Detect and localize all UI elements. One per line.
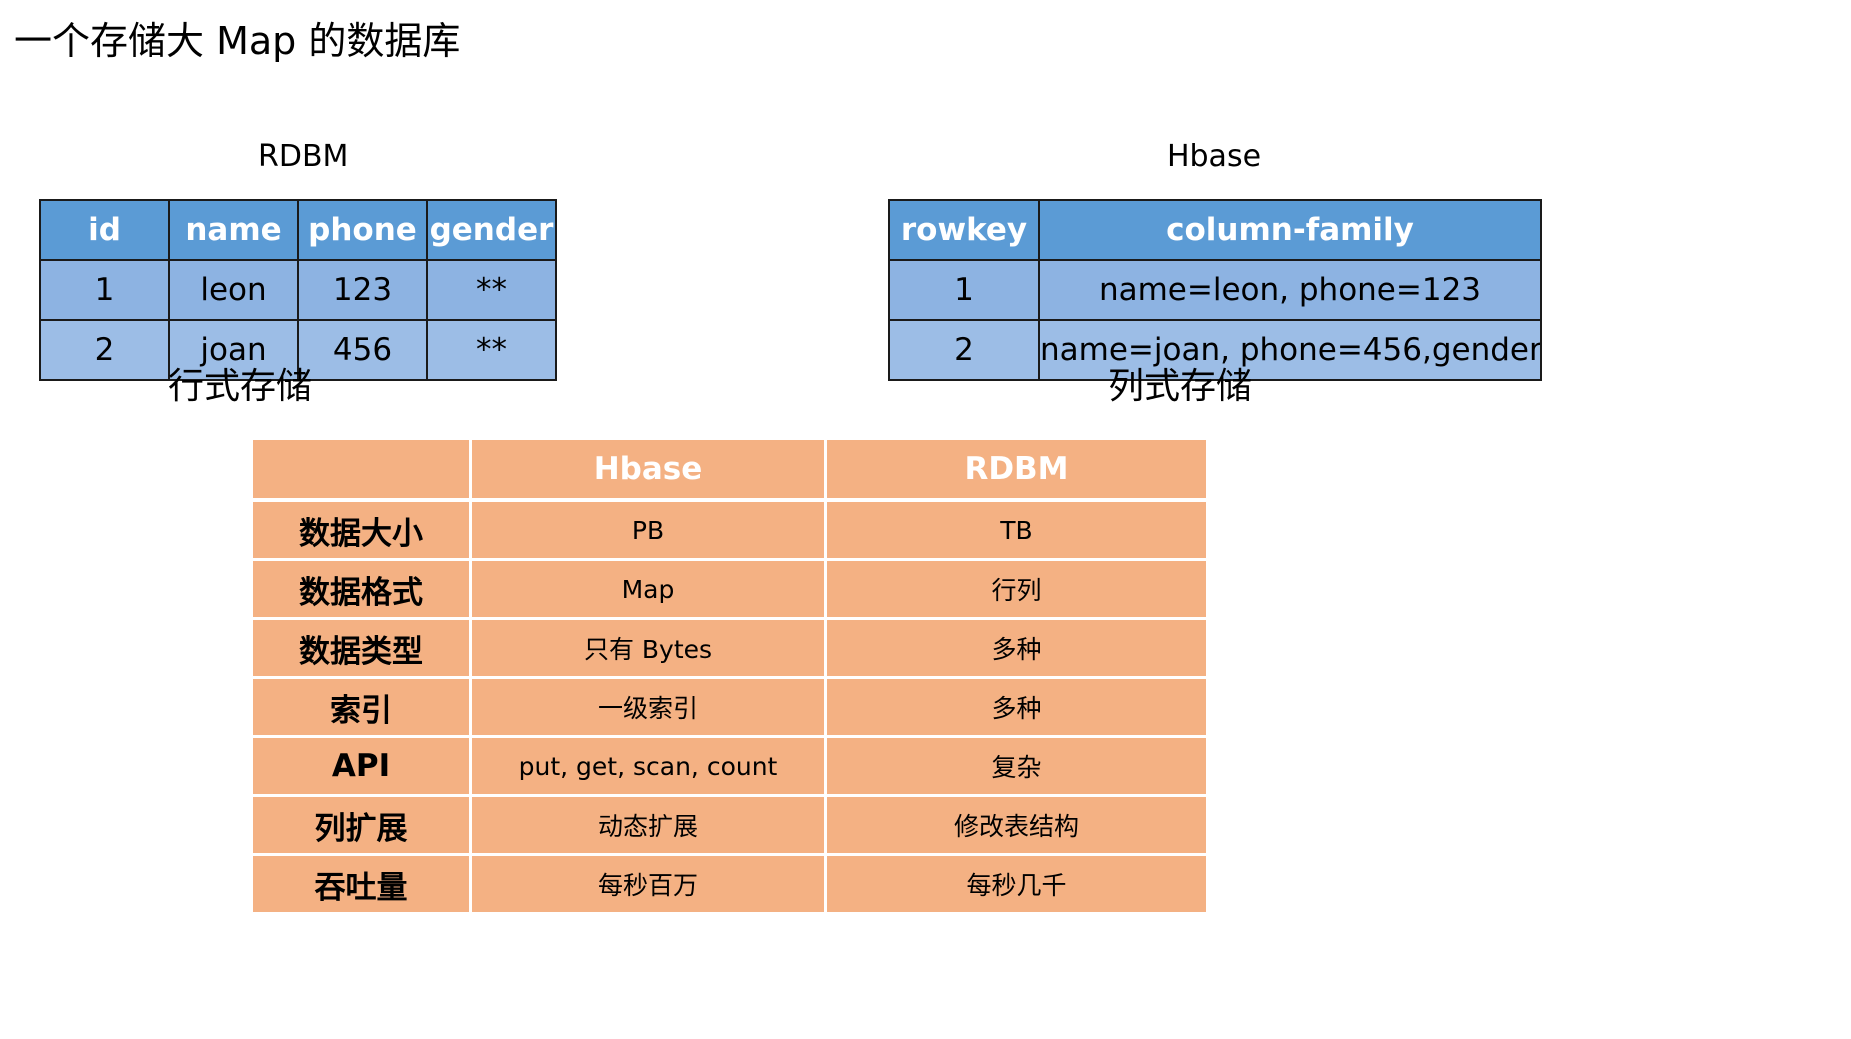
- row-label: 索引: [250, 676, 472, 738]
- table-row: 吞吐量 每秒百万 每秒几千: [250, 853, 1209, 915]
- rdbm-value: 行列: [824, 558, 1209, 620]
- table-header-row: rowkey column-family: [888, 199, 1542, 261]
- table-row: 数据类型 只有 Bytes 多种: [250, 617, 1209, 679]
- header-cell: Hbase: [469, 437, 827, 502]
- table-row: 1 leon 123 **: [39, 259, 557, 321]
- table-cell: 2: [888, 319, 1040, 381]
- hbase-value: Map: [469, 558, 827, 620]
- row-label: 数据大小: [250, 498, 472, 561]
- table-header-row: Hbase RDBM: [250, 437, 1209, 502]
- row-label: 列扩展: [250, 794, 472, 856]
- table-row: API put, get, scan, count 复杂: [250, 735, 1209, 797]
- table-cell: **: [426, 259, 557, 321]
- table-cell: **: [426, 319, 557, 381]
- rdbm-value: 多种: [824, 676, 1209, 738]
- hbase-value: 每秒百万: [469, 853, 827, 915]
- header-cell: phone: [297, 199, 428, 261]
- row-label: 数据格式: [250, 558, 472, 620]
- hbase-value: put, get, scan, count: [469, 735, 827, 797]
- hbase-caption: Hbase: [1166, 139, 1262, 174]
- header-cell: rowkey: [888, 199, 1040, 261]
- table-row: 数据格式 Map 行列: [250, 558, 1209, 620]
- row-label: API: [250, 735, 472, 797]
- table-cell: 1: [39, 259, 170, 321]
- table-row: 列扩展 动态扩展 修改表结构: [250, 794, 1209, 856]
- hbase-value: 动态扩展: [469, 794, 827, 856]
- row-label: 数据类型: [250, 617, 472, 679]
- table-row: 索引 一级索引 多种: [250, 676, 1209, 738]
- hbase-value: PB: [469, 498, 827, 561]
- table-row: 1 name=leon, phone=123: [888, 259, 1542, 321]
- header-cell: id: [39, 199, 170, 261]
- table-cell: 1: [888, 259, 1040, 321]
- rdbm-value: 复杂: [824, 735, 1209, 797]
- comparison-table: Hbase RDBM 数据大小 PB TB 数据格式 Map 行列 数据类型 只…: [250, 437, 1209, 915]
- rdbm-subcaption: 行式存储: [167, 366, 312, 407]
- header-cell: RDBM: [824, 437, 1209, 502]
- table-cell: leon: [168, 259, 299, 321]
- rdbm-caption: RDBM: [258, 139, 349, 174]
- table-cell: name=leon, phone=123: [1038, 259, 1542, 321]
- table-header-row: id name phone gender: [39, 199, 557, 261]
- rdbm-value: 每秒几千: [824, 853, 1209, 915]
- header-cell: column-family: [1038, 199, 1542, 261]
- rdbm-value: 修改表结构: [824, 794, 1209, 856]
- hbase-value: 只有 Bytes: [469, 617, 827, 679]
- hbase-table: rowkey column-family 1 name=leon, phone=…: [888, 199, 1542, 381]
- table-row: 数据大小 PB TB: [250, 498, 1209, 561]
- header-cell: [250, 437, 472, 502]
- table-cell: 123: [297, 259, 428, 321]
- rdbm-value: 多种: [824, 617, 1209, 679]
- hbase-subcaption: 列式存储: [1107, 366, 1252, 407]
- rdbm-value: TB: [824, 498, 1209, 561]
- rdbm-table: id name phone gender 1 leon 123 ** 2 joa…: [39, 199, 557, 381]
- header-cell: gender: [426, 199, 557, 261]
- header-cell: name: [168, 199, 299, 261]
- row-label: 吞吐量: [250, 853, 472, 915]
- page-title: 一个存储大 Map 的数据库: [14, 19, 461, 63]
- hbase-value: 一级索引: [469, 676, 827, 738]
